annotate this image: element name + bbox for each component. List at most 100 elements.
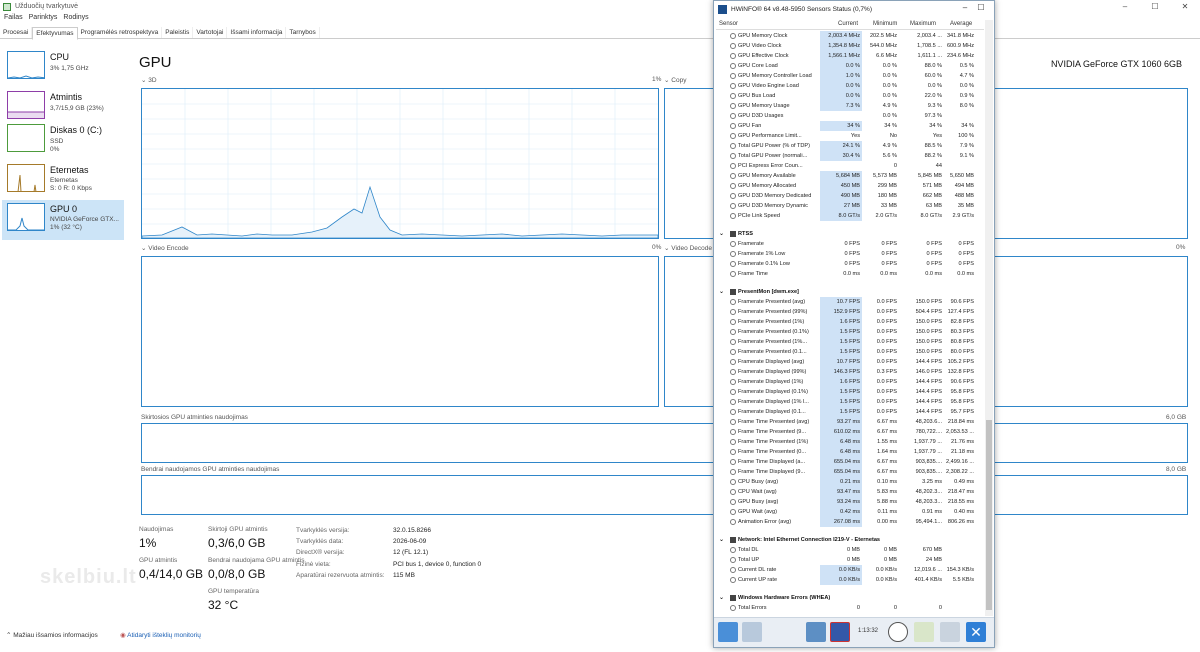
network-icon[interactable] <box>806 622 826 642</box>
sensor-group[interactable]: ⌄ Windows Hardware Errors (WHEA) <box>716 593 984 603</box>
sensor-row[interactable]: Framerate Presented (99%) 152.9 FPS 0.0 FP… <box>716 307 984 317</box>
sensor-row[interactable]: Framerate 1% Low 0 FPS 0 FPS 0 FPS 0 FPS <box>716 249 984 259</box>
gpu-mem-label: GPU atmintis <box>139 557 178 564</box>
sensor-row[interactable]: Total Errors 0 0 0 <box>716 603 984 613</box>
sensor-row[interactable]: Framerate Presented (avg) 10.7 FPS 0.0 FPS… <box>716 297 984 307</box>
sensor-row[interactable]: GPU Effective Clock 1,566.1 MHz 6.6 MHz 1,6… <box>716 51 984 61</box>
sensor-row[interactable]: CPU Wait (avg) 93.47 ms 5.83 ms 48,202.3...… <box>716 487 984 497</box>
close-icon[interactable]: ✕ <box>966 622 986 642</box>
expand-arrow-icon[interactable]: ⌄ <box>719 230 724 237</box>
sensor-row[interactable]: GPU Wait (avg) 0.42 ms 0.11 ms 0.91 ms 0.40 … <box>716 507 984 517</box>
sensor-group[interactable]: ⌄ RTSS <box>716 229 984 239</box>
sensor-row[interactable]: CPU Busy (avg) 0.21 ms 0.10 ms 3.25 ms 0.49 … <box>716 477 984 487</box>
menu-options[interactable]: Parinktys <box>29 14 58 21</box>
sensor-row[interactable]: Frame Time Presented (1%) 6.48 ms 1.55 ms 1… <box>716 437 984 447</box>
sensor-row[interactable]: Framerate Presented (1%) 1.6 FPS 0.0 FPS 15… <box>716 317 984 327</box>
expand-arrow-icon[interactable]: ⌄ <box>719 594 724 601</box>
sensor-row[interactable]: Frame Time 0.0 ms 0.0 ms 0.0 ms 0.0 ms <box>716 269 984 279</box>
sensor-row[interactable]: Current UP rate 0.0 KB/s 0.0 KB/s 401.4 KB/… <box>716 575 984 585</box>
sensor-row[interactable]: Framerate Displayed (0.1... 1.5 FPS 0.0 FP… <box>716 407 984 417</box>
menu-file[interactable]: Failas <box>4 14 23 21</box>
tab-services[interactable]: Tarnybos <box>286 27 320 38</box>
sensor-value: 2,053.53 ... <box>946 428 974 435</box>
sensor-row[interactable]: Current DL rate 0.0 KB/s 0.0 KB/s 12,019.6 … <box>716 565 984 575</box>
tab-performance[interactable]: Efektyvumas <box>32 27 78 40</box>
sensor-row[interactable]: Total GPU Power (% of TDP) 24.1 % 4.9 % 88.… <box>716 141 984 151</box>
report-icon[interactable] <box>830 622 850 642</box>
scrollbar-thumb[interactable] <box>986 420 992 610</box>
sensor-row[interactable]: Framerate Presented (0.1%) 1.5 FPS 0.0 FPS… <box>716 327 984 337</box>
sensor-row[interactable]: GPU Busy (avg) 93.24 ms 5.88 ms 48,203.3...… <box>716 497 984 507</box>
navigate-right-icon[interactable] <box>742 622 762 642</box>
tab-processes[interactable]: Procesai <box>0 27 33 38</box>
sensor-row[interactable]: GPU Memory Allocated 450 MB 299 MB 571 MB 49… <box>716 181 984 191</box>
menu-view[interactable]: Rodinys <box>63 14 88 21</box>
sensor-row[interactable]: GPU Memory Usage 7.3 % 4.9 % 9.3 % 8.0 % <box>716 101 984 111</box>
col-maximum[interactable]: Maximum <box>910 21 936 27</box>
sidebar-item-cpu[interactable]: CPU 3% 1,75 GHz <box>2 48 124 88</box>
sensor-row[interactable]: Total UP 0 MB 0 MB 24 MB <box>716 555 984 565</box>
sensor-row[interactable]: Animation Error (avg) 267.08 ms 0.00 ms 95,… <box>716 517 984 527</box>
sensor-row[interactable]: GPU Core Load 0.0 % 0.0 % 88.0 % 0.5 % <box>716 61 984 71</box>
sensor-row[interactable]: GPU Memory Clock 2,003.4 MHz 202.5 MHz 2,00… <box>716 31 984 41</box>
sensor-row[interactable]: Frame Time Presented (0... 6.48 ms 1.64 ms… <box>716 447 984 457</box>
col-average[interactable]: Average <box>950 21 972 27</box>
sensor-row[interactable]: Framerate Displayed (1% l... 1.5 FPS 0.0 F… <box>716 397 984 407</box>
sensor-row[interactable]: Frame Time Displayed (a... 655.04 ms 6.67 … <box>716 457 984 467</box>
sensor-row[interactable]: Total DL 0 MB 0 MB 670 MB <box>716 545 984 555</box>
sensor-row[interactable]: GPU D3D Memory Dedicated 490 MB 180 MB 662 … <box>716 191 984 201</box>
sensor-row[interactable]: GPU Video Engine Load 0.0 % 0.0 % 0.0 % 0.0 … <box>716 81 984 91</box>
sensor-row[interactable]: Framerate Displayed (0.1%) 1.5 FPS 0.0 FPS… <box>716 387 984 397</box>
fewer-details-link[interactable]: ⌃ Mažiau išsamios informacijos <box>6 631 98 639</box>
sensor-row[interactable]: PCI Express Error Coun... 0 44 <box>716 161 984 171</box>
sidebar-item-gpu0[interactable]: GPU 0 NVIDIA GeForce GTX... 1% (32 °C) <box>2 200 124 240</box>
sensor-row[interactable]: Frame Time Displayed (9... 655.04 ms 6.67 … <box>716 467 984 477</box>
sensor-row[interactable]: PCIe Link Speed 8.0 GT/s 2.0 GT/s 8.0 GT/s 2… <box>716 211 984 221</box>
tab-details[interactable]: Išsami informacija <box>227 27 287 38</box>
sensor-row[interactable]: GPU Fan 34 % 34 % 34 % 34 % <box>716 121 984 131</box>
sensor-group[interactable]: ⌄ PresentMon [dwm.exe] <box>716 287 984 297</box>
col-sensor[interactable]: Sensor <box>719 21 738 27</box>
sensor-row[interactable]: GPU Memory Available 5,684 MB 5,573 MB 5,84… <box>716 171 984 181</box>
minimize-button[interactable]: – <box>1110 0 1140 14</box>
hwinfo-maximize-button[interactable]: ☐ <box>974 3 988 15</box>
tab-startup[interactable]: Paleistis <box>162 27 194 38</box>
col-minimum[interactable]: Minimum <box>873 21 897 27</box>
gear-icon[interactable] <box>940 622 960 642</box>
sensor-row[interactable]: GPU Video Clock 1,354.8 MHz 544.0 MHz 1,708… <box>716 41 984 51</box>
clock-icon[interactable] <box>888 622 908 642</box>
sensor-scrollbar[interactable] <box>985 20 993 616</box>
settings-sheet-icon[interactable] <box>914 622 934 642</box>
col-current[interactable]: Current <box>838 21 858 27</box>
sensor-row[interactable]: GPU Bus Load 0.0 % 0.0 % 22.0 % 0.9 % <box>716 91 984 101</box>
sensor-row[interactable]: Framerate 0.1% Low 0 FPS 0 FPS 0 FPS 0 FPS <box>716 259 984 269</box>
expand-arrow-icon[interactable]: ⌄ <box>719 288 724 295</box>
sensor-row[interactable]: Framerate Presented (0.1... 1.5 FPS 0.0 FP… <box>716 347 984 357</box>
sensor-row[interactable]: GPU Performance Limit... Yes No Yes 100 % <box>716 131 984 141</box>
sensor-row[interactable]: Framerate Displayed (avg) 10.7 FPS 0.0 FPS… <box>716 357 984 367</box>
hwinfo-minimize-button[interactable]: – <box>958 3 972 15</box>
sensor-row[interactable]: Framerate 0 FPS 0 FPS 0 FPS 0 FPS <box>716 239 984 249</box>
sensor-value: 95.7 FPS <box>950 408 974 415</box>
sensor-row[interactable]: Frame Time Presented (9... 610.02 ms 6.67 … <box>716 427 984 437</box>
sensor-row[interactable]: GPU Memory Controller Load 1.0 % 0.0 % 60.0… <box>716 71 984 81</box>
sidebar-item-disk[interactable]: Diskas 0 (C:) SSD 0% <box>2 121 124 161</box>
sensor-row[interactable]: GPU D3D Usages 0.0 % 97.3 % <box>716 111 984 121</box>
sensor-list[interactable]: GPU Memory Clock 2,003.4 MHz 202.5 MHz 2,00… <box>716 31 984 615</box>
sensor-row[interactable]: Framerate Displayed (1%) 1.6 FPS 0.0 FPS 14… <box>716 377 984 387</box>
sensor-row[interactable]: GPU D3D Memory Dynamic 27 MB 33 MB 63 MB 35 … <box>716 201 984 211</box>
tab-users[interactable]: Vartotojai <box>193 27 228 38</box>
sensor-row[interactable]: Framerate Presented (1%... 1.5 FPS 0.0 FPS… <box>716 337 984 347</box>
resource-monitor-link[interactable]: ◉ Atidaryti išteklių monitorių <box>120 631 201 639</box>
navigate-left-icon[interactable] <box>718 622 738 642</box>
sensor-value: 0 FPS <box>958 250 974 257</box>
sensor-row[interactable]: Total GPU Power (normali... 30.4 % 5.6 % 88… <box>716 151 984 161</box>
close-button[interactable]: ✕ <box>1170 0 1200 14</box>
sensor-row[interactable]: Frame Time Presented (avg) 93.27 ms 6.67 m… <box>716 417 984 427</box>
sensor-group[interactable]: ⌄ Network: Intel Ethernet Connection I219… <box>716 535 984 545</box>
expand-arrow-icon[interactable]: ⌄ <box>719 536 724 543</box>
sidebar-item-ethernet[interactable]: Eternetas Eternetas S: 0 R: 0 Kbps <box>2 161 124 201</box>
tab-app-history[interactable]: Programėlės retrospektyva <box>78 27 163 38</box>
maximize-button[interactable]: ☐ <box>1140 0 1170 14</box>
sensor-row[interactable]: Framerate Displayed (99%) 146.3 FPS 0.3 FP… <box>716 367 984 377</box>
